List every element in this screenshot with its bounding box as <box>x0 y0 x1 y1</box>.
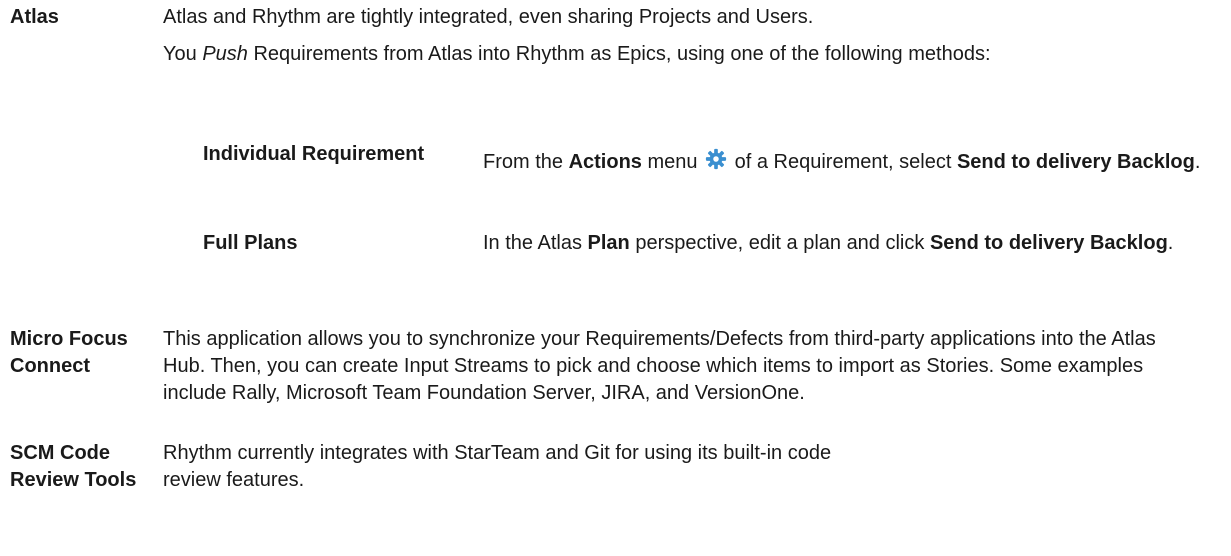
definition-scm-code-review-tools: Rhythm currently integrates with StarTea… <box>163 442 832 491</box>
atlas-paragraph-1: Atlas and Rhythm are tightly integrated,… <box>163 6 814 28</box>
definition-micro-focus-connect: This application allows you to synchroni… <box>163 328 1156 404</box>
definition-atlas: Atlas and Rhythm are tightly integrated,… <box>163 4 1223 31</box>
bold-actions: Actions <box>568 151 642 173</box>
text-run: You <box>163 43 203 65</box>
atlas-paragraph-2: You Push Requirements from Atlas into Rh… <box>163 41 1223 68</box>
subdefinition-full-plans: In the Atlas Plan perspective, edit a pl… <box>483 230 1223 257</box>
text-run: From the <box>483 151 569 173</box>
subterm-full-plans: Full Plans <box>203 232 298 254</box>
term-micro-focus-connect: Micro Focus Connect <box>10 328 128 377</box>
text-run: menu <box>641 151 704 173</box>
text-run: . <box>1167 232 1174 254</box>
subdefinition-individual-requirement: From the Actions menu of a Requirement, … <box>483 148 1223 176</box>
text-run: Requirements from Atlas into Rhythm as E… <box>247 43 991 65</box>
text-run: . <box>1194 151 1201 173</box>
text-run: In the Atlas <box>483 232 588 254</box>
bold-plan: Plan <box>587 232 630 254</box>
bold-send-to-delivery-backlog: Send to delivery Backlog <box>929 232 1168 254</box>
bold-send-to-delivery-backlog: Send to delivery Backlog <box>956 151 1195 173</box>
emphasis-push: Push <box>202 43 248 65</box>
subterm-individual-requirement: Individual Requirement <box>203 143 425 165</box>
text-run: of a Requirement, select <box>729 151 957 173</box>
term-atlas: Atlas <box>10 6 59 28</box>
text-run: perspective, edit a plan and click <box>629 232 930 254</box>
gear-icon <box>705 148 727 170</box>
term-scm-code-review-tools: SCM Code Review Tools <box>10 442 137 491</box>
